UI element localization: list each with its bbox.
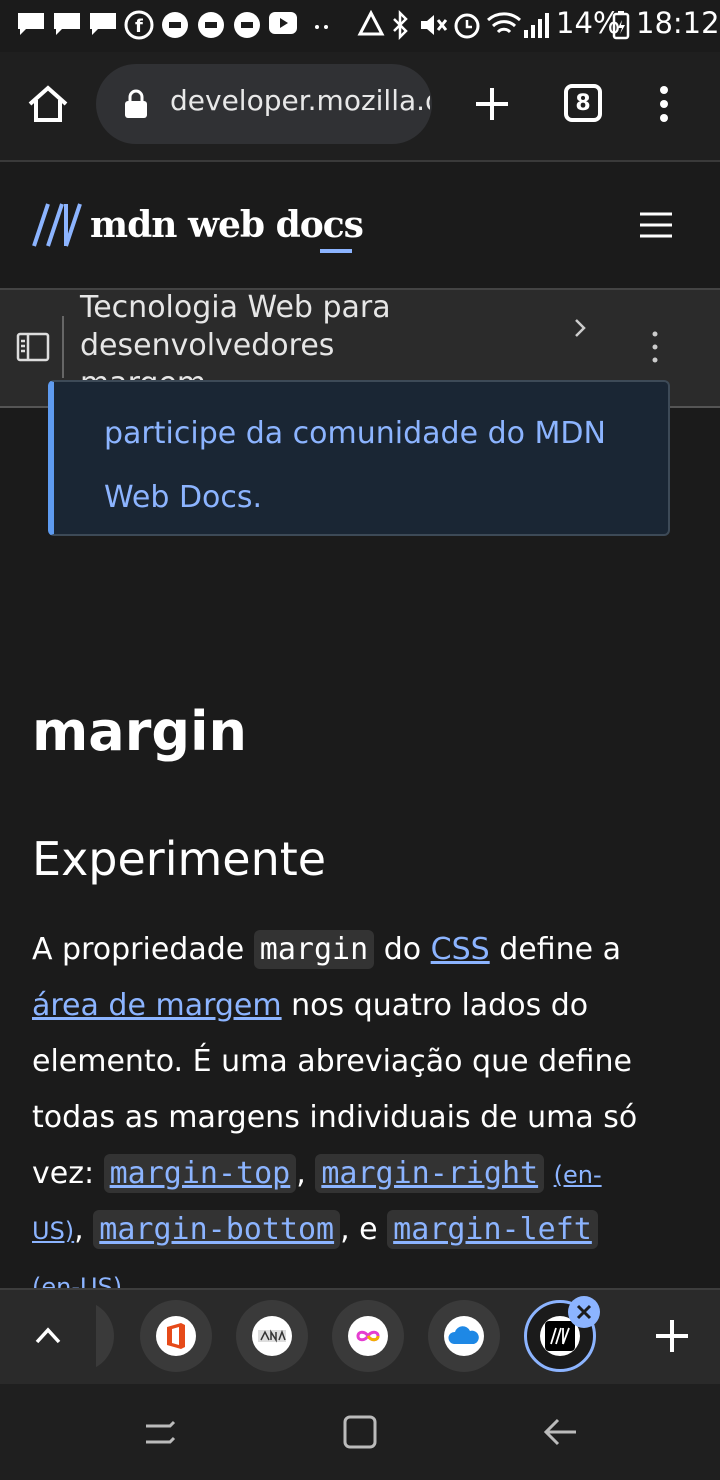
recycle-icon — [356, 10, 386, 40]
en-us-link[interactable]: (en-US) — [32, 1273, 122, 1288]
office-icon — [156, 1316, 196, 1356]
tab-thumbnail-office[interactable] — [140, 1300, 212, 1372]
battery-percent: 14% — [556, 6, 621, 40]
paragraph-text: nos quatro lados do — [291, 988, 589, 1023]
css-link[interactable]: CSS — [431, 932, 490, 967]
lock-icon — [122, 88, 150, 125]
divider — [62, 316, 64, 378]
logo-cursor — [320, 249, 352, 253]
infinity-icon — [348, 1316, 388, 1356]
tab-thumbnail-nsa[interactable] — [236, 1300, 308, 1372]
section-heading: Experimente — [32, 832, 327, 886]
paragraph-line: área de margem nos quatro lados do — [32, 988, 588, 1023]
clock: 18:12 — [636, 6, 720, 40]
message-icon — [52, 10, 82, 38]
paragraph-text: , e — [340, 1212, 378, 1247]
en-us-link[interactable]: (en- — [554, 1161, 602, 1189]
close-tab-icon[interactable] — [568, 1296, 600, 1328]
recents-icon[interactable] — [142, 1414, 178, 1455]
mute-icon — [418, 10, 448, 40]
more-notifications-icon — [312, 10, 332, 40]
tab-switcher-button[interactable]: 8 — [564, 84, 602, 122]
paragraph-line: A propriedade margin do CSS define a — [32, 930, 622, 969]
callout-text[interactable]: Web Docs. — [104, 480, 262, 515]
nsa-icon — [252, 1316, 292, 1356]
mdn-logo-text[interactable]: mdn web docs — [90, 204, 364, 246]
inline-code: margin — [253, 930, 375, 969]
back-icon[interactable] — [542, 1414, 578, 1455]
menu-icon[interactable] — [650, 84, 678, 129]
tab-thumbnail-onedrive[interactable] — [428, 1300, 500, 1372]
callout-text[interactable]: participe da comunidade do MDN — [104, 416, 606, 451]
home-nav-icon[interactable] — [342, 1414, 378, 1455]
new-tab-icon[interactable] — [472, 84, 512, 129]
more-options-icon[interactable] — [648, 330, 662, 369]
message-icon — [16, 10, 46, 38]
download-icon — [196, 10, 226, 40]
margin-right-link[interactable]: margin-right — [315, 1154, 545, 1193]
en-us-link[interactable]: US) — [32, 1217, 74, 1245]
download-icon — [232, 10, 262, 40]
margin-left-link[interactable]: margin-left — [387, 1210, 598, 1249]
paragraph-line: todas as margens individuais de uma só — [32, 1100, 638, 1135]
sidebar-toggle-icon[interactable] — [16, 332, 50, 367]
paragraph-text: define a — [499, 932, 622, 967]
cloud-icon — [444, 1316, 484, 1356]
margin-bottom-link[interactable]: margin-bottom — [93, 1210, 341, 1249]
signal-icon — [522, 10, 552, 40]
page-title: margin — [32, 700, 247, 763]
facebook-icon: f — [124, 10, 154, 40]
breadcrumb-item[interactable]: desenvolvedores — [80, 328, 334, 363]
wifi-icon — [486, 10, 522, 40]
tab-thumbnail-infinity[interactable] — [332, 1300, 404, 1372]
mdn-logo-icon[interactable] — [32, 202, 82, 253]
paragraph-line: vez: margin-top, margin-right (en- — [32, 1154, 602, 1193]
download-icon — [160, 10, 190, 40]
paragraph-line: US), margin-bottom, e margin-left — [32, 1210, 598, 1249]
paragraph-text: vez: — [32, 1156, 95, 1191]
bluetooth-icon — [390, 10, 410, 40]
paragraph-text: A propriedade — [32, 932, 245, 967]
margin-area-link[interactable]: área de margem — [32, 988, 282, 1023]
chevron-right-icon[interactable] — [572, 316, 590, 345]
battery-icon — [612, 10, 630, 40]
margin-top-link[interactable]: margin-top — [103, 1154, 297, 1193]
hamburger-menu-icon[interactable] — [638, 210, 674, 245]
paragraph-line: (en-US) — [32, 1268, 122, 1288]
add-tab-icon[interactable] — [654, 1318, 690, 1359]
url-text[interactable]: developer.mozilla.org — [170, 84, 430, 117]
home-icon[interactable] — [26, 82, 70, 131]
alarm-icon — [452, 10, 482, 40]
youtube-icon — [268, 10, 298, 36]
paragraph-text: do — [383, 932, 422, 967]
breadcrumb-item[interactable]: Tecnologia Web para — [80, 290, 391, 325]
status-bar: f 14% 18:12 — [0, 0, 720, 52]
svg-text:f: f — [135, 16, 143, 37]
message-icon — [88, 10, 118, 38]
paragraph-line: elemento. É uma abreviação que define — [32, 1044, 632, 1079]
chevron-up-icon[interactable] — [34, 1324, 62, 1351]
